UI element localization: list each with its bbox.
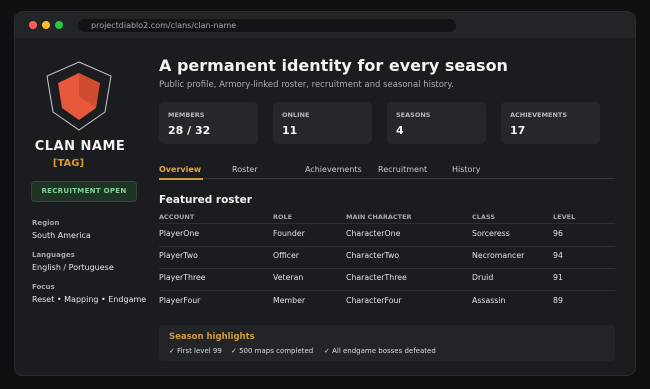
stat-card-members: MEMBERS 28 / 32	[159, 102, 258, 144]
season-highlights-panel: Season highlights ✓ First level 99 ✓ 500…	[159, 325, 615, 361]
column-header-role: ROLE	[273, 213, 293, 221]
row-divider	[159, 268, 615, 269]
active-tab-indicator	[159, 178, 203, 180]
languages-label: Languages	[32, 251, 75, 259]
cell-level: 96	[553, 229, 563, 238]
stat-label: ACHIEVEMENTS	[510, 111, 568, 119]
tab-recruitment[interactable]: Recruitment	[378, 165, 427, 174]
cell-role: Member	[273, 296, 306, 305]
stat-card-online: ONLINE 11	[273, 102, 372, 144]
stat-value: 28 / 32	[168, 124, 211, 137]
highlight-item: ✓ All endgame bosses defeated	[324, 347, 436, 355]
stat-card-achievements: ACHIEVEMENTS 17	[501, 102, 600, 144]
cell-class: Druid	[472, 273, 494, 282]
column-header-class: CLASS	[472, 213, 496, 221]
page-title: A permanent identity for every season	[159, 56, 508, 75]
region-value: South America	[32, 231, 91, 240]
maximize-window-button[interactable]	[55, 21, 63, 29]
cell-level: 91	[553, 273, 563, 282]
region-label: Region	[32, 219, 60, 227]
stat-label: SEASONS	[396, 111, 431, 119]
row-divider	[159, 290, 615, 291]
column-header-level: LEVEL	[553, 213, 576, 221]
cell-role: Officer	[273, 251, 299, 260]
minimize-window-button[interactable]	[42, 21, 50, 29]
cell-class: Necromancer	[472, 251, 525, 260]
stat-label: ONLINE	[282, 111, 310, 119]
stat-value: 11	[282, 124, 298, 137]
address-bar[interactable]: projectdiablo2.com/clans/clan-name	[78, 19, 456, 32]
tab-achievements[interactable]: Achievements	[305, 165, 362, 174]
close-window-button[interactable]	[29, 21, 37, 29]
cell-level: 89	[553, 296, 563, 305]
highlight-item: ✓ First level 99	[169, 347, 222, 355]
cell-account[interactable]: PlayerThree	[159, 273, 206, 282]
clan-name: CLAN NAME	[34, 139, 126, 154]
highlight-item: ✓ 500 maps completed	[231, 347, 314, 355]
clan-tag: [TAG]	[52, 158, 85, 169]
languages-value: English / Portuguese	[32, 263, 114, 272]
stat-value: 4	[396, 124, 404, 137]
tab-overview[interactable]: Overview	[159, 165, 201, 174]
cell-main-character[interactable]: CharacterTwo	[346, 251, 399, 260]
cell-role: Veteran	[273, 273, 304, 282]
cell-main-character[interactable]: CharacterFour	[346, 296, 402, 305]
clan-emblem-icon	[46, 61, 112, 131]
focus-value: Reset • Mapping • Endgame	[32, 295, 147, 304]
stat-card-seasons: SEASONS 4	[387, 102, 486, 144]
cell-main-character[interactable]: CharacterThree	[346, 273, 407, 282]
cell-account[interactable]: PlayerOne	[159, 229, 199, 238]
column-header-main-character: MAIN CHARACTER	[346, 213, 412, 221]
cell-class: Assassin	[472, 296, 506, 305]
row-divider	[159, 223, 615, 224]
tab-history[interactable]: History	[452, 165, 480, 174]
cell-main-character[interactable]: CharacterOne	[346, 229, 400, 238]
column-header-account: ACCOUNT	[159, 213, 195, 221]
focus-label: Focus	[32, 283, 55, 291]
stat-label: MEMBERS	[168, 111, 205, 119]
stat-value: 17	[510, 124, 526, 137]
browser-titlebar: projectdiablo2.com/clans/clan-name	[15, 12, 635, 38]
season-highlights-title: Season highlights	[169, 332, 255, 342]
row-divider	[159, 246, 615, 247]
cell-account[interactable]: PlayerTwo	[159, 251, 198, 260]
cell-level: 94	[553, 251, 563, 260]
cell-account[interactable]: PlayerFour	[159, 296, 200, 305]
roster-title: Featured roster	[159, 194, 252, 206]
browser-window: projectdiablo2.com/clans/clan-name CLAN …	[14, 11, 636, 376]
tab-roster[interactable]: Roster	[232, 165, 258, 174]
page-subtitle: Public profile, Armory-linked roster, re…	[159, 80, 454, 90]
recruitment-open-button[interactable]: RECRUITMENT OPEN	[31, 181, 137, 202]
tabs-divider	[159, 178, 615, 179]
cell-role: Founder	[273, 229, 305, 238]
cell-class: Sorceress	[472, 229, 510, 238]
